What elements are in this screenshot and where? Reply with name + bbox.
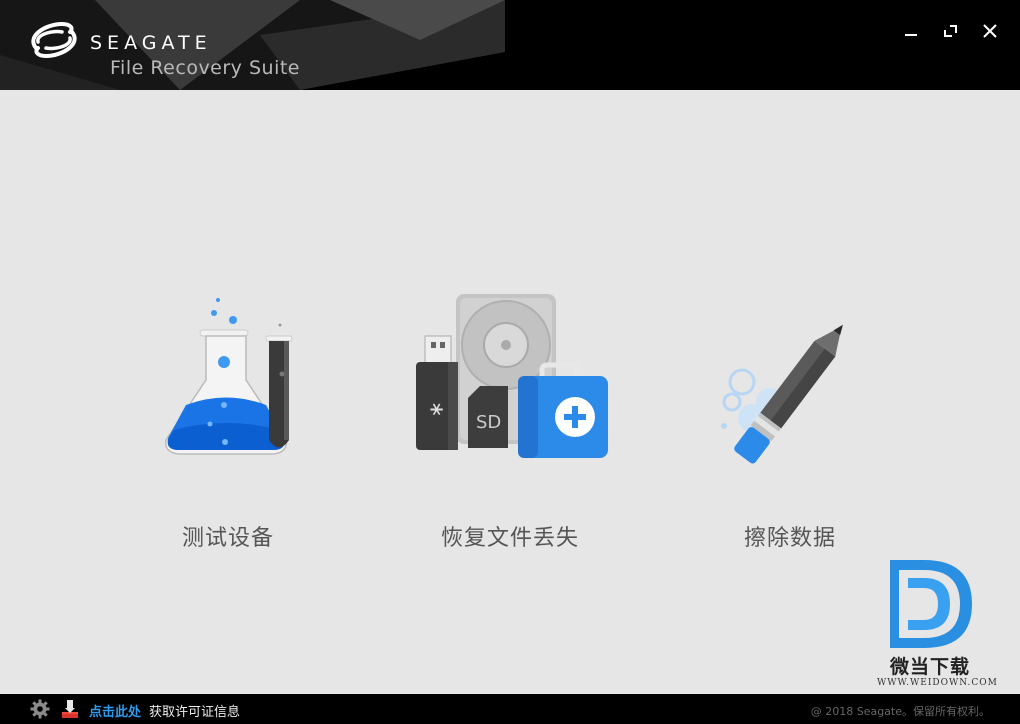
art-container: ⚹ SD (400, 290, 620, 470)
option-label: 测试设备 (181, 526, 274, 551)
minimize-button[interactable] (898, 18, 924, 44)
watermark-url: WWW.WEIDOWN.COM (877, 678, 998, 688)
gear-icon[interactable] (30, 699, 50, 719)
close-button[interactable] (977, 18, 1003, 44)
status-bar: 点击此处 获取许可证信息 @ 2018 Seagate。保留所有权利。 (0, 694, 1020, 724)
maximize-icon (944, 25, 957, 37)
minimize-icon (905, 34, 917, 36)
option-label: 擦除数据 (743, 526, 836, 551)
svg-text:SD: SD (476, 412, 501, 433)
weidown-logo-icon (890, 560, 972, 648)
brand: SEAGATE (26, 18, 212, 62)
recover-files-option[interactable]: ⚹ SD 恢复文件丢失 (400, 290, 620, 552)
svg-text:⚹: ⚹ (430, 396, 443, 421)
license-text: 获取许可证信息 (149, 705, 241, 720)
erase-data-option[interactable]: 擦除数据 (680, 290, 900, 552)
flask-icon (165, 298, 293, 455)
copyright-text: @ 2018 Seagate。保留所有权利。 (810, 705, 990, 718)
product-name: File Recovery Suite (110, 57, 300, 79)
test-device-option[interactable]: 测试设备 (118, 290, 338, 552)
eraser-icon (721, 324, 843, 464)
close-icon (983, 24, 997, 38)
brand-name: SEAGATE (90, 32, 212, 54)
option-label: 恢复文件丢失 (440, 526, 579, 551)
recovery-icon: ⚹ SD (416, 294, 608, 458)
art-container (680, 290, 900, 470)
art-container (118, 290, 338, 470)
license-icon (62, 700, 78, 718)
license-link[interactable]: 点击此处 (89, 701, 141, 720)
title-bar: SEAGATE File Recovery Suite (0, 0, 1020, 90)
weidown-watermark: 微当下载 WWW.WEIDOWN.COM (872, 556, 997, 696)
seagate-logo-icon (31, 21, 77, 59)
maximize-button[interactable] (938, 18, 964, 44)
watermark-title: 微当下载 (890, 656, 971, 678)
